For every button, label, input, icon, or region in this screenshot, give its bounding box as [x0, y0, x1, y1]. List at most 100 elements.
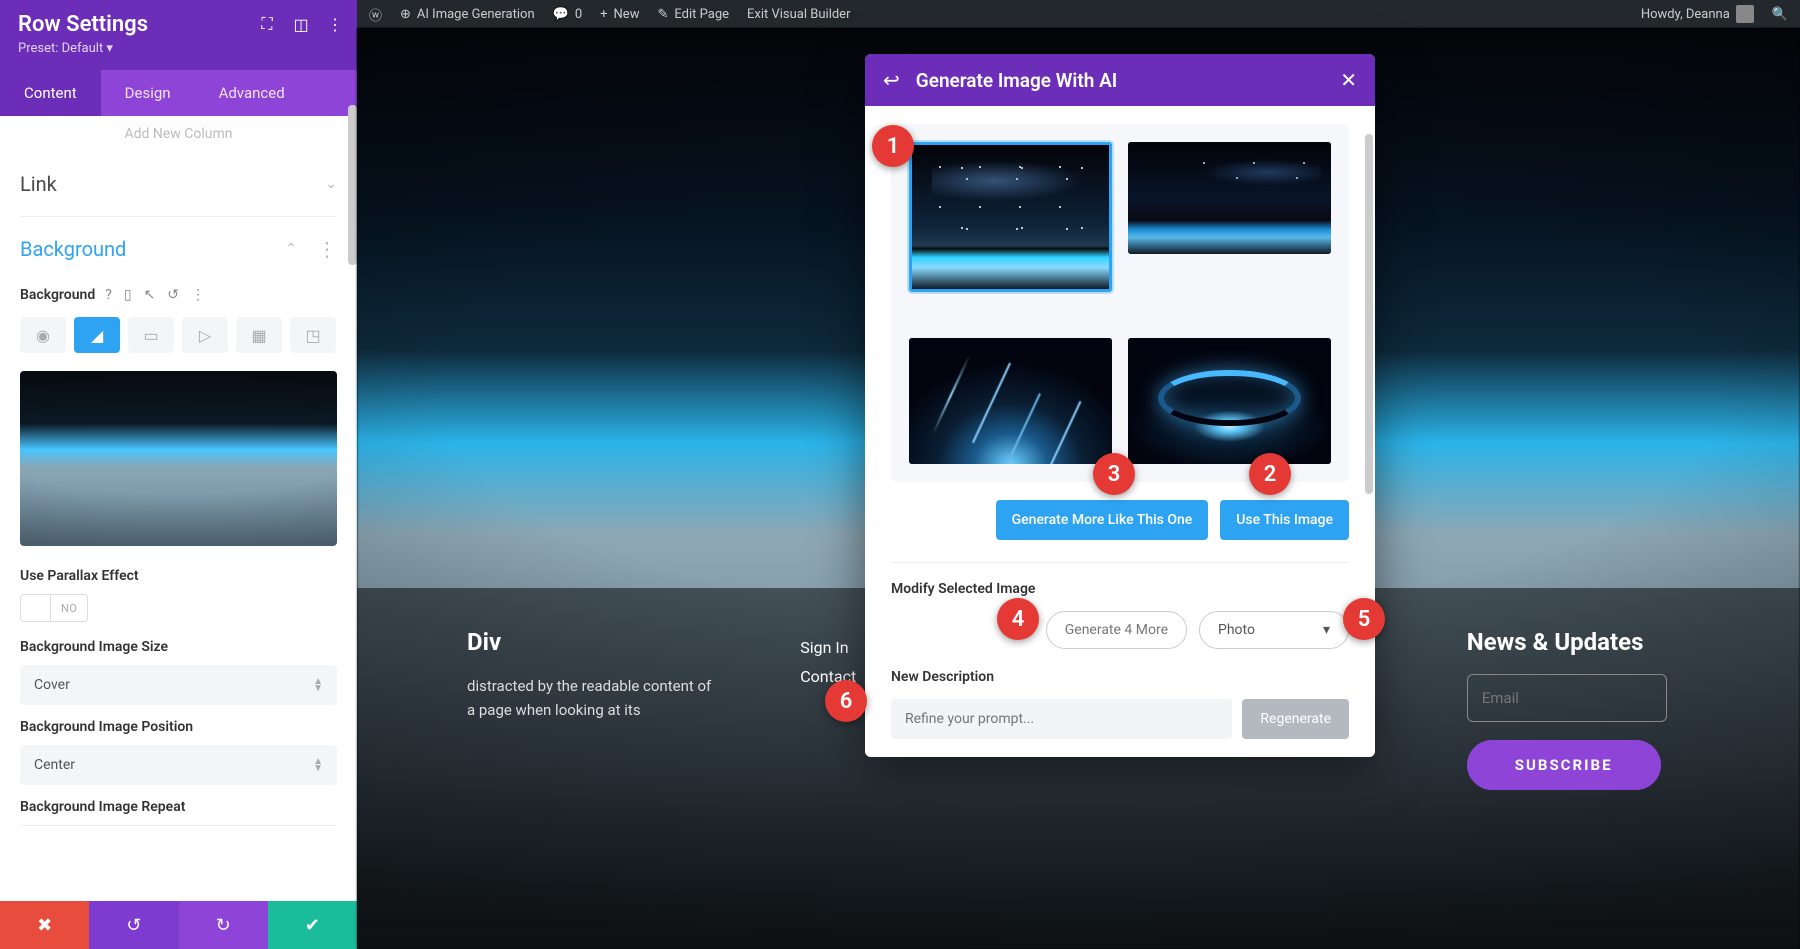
undo-button[interactable]: ↺: [89, 901, 178, 949]
style-value: Photo: [1218, 622, 1255, 638]
help-icon[interactable]: ?: [105, 287, 112, 303]
sidebar-body: Add New Column Link ⌄ Background ⌃ ⋮ Bac…: [0, 116, 357, 901]
redo-button[interactable]: ↻: [179, 901, 268, 949]
bg-position-select[interactable]: Center ▲▼: [20, 745, 337, 785]
chevron-down-icon: ⌄: [325, 176, 337, 192]
footer-col-about: Div distracted by the readable content o…: [467, 628, 720, 949]
sidebar-tabs: Content Design Advanced: [0, 70, 357, 116]
section-more-icon[interactable]: ⋮: [317, 237, 337, 261]
modal-header: ↩ Generate Image With AI ✕: [865, 54, 1375, 106]
exit-builder-link[interactable]: Exit Visual Builder: [747, 7, 850, 22]
regenerate-button[interactable]: Regenerate: [1242, 699, 1349, 739]
toggle-value: NO: [51, 602, 87, 615]
preset-selector[interactable]: Preset: Default ▾: [18, 41, 339, 56]
cancel-button[interactable]: ✖: [0, 901, 89, 949]
select-arrows-icon: ▲▼: [313, 678, 323, 692]
accordion-background: Background ⌃ ⋮ Background ? ▯ ↖ ↺ ⋮ ◉ ◢: [20, 217, 337, 826]
site-link[interactable]: ⊕ AI Image Generation: [400, 7, 535, 22]
hover-icon[interactable]: ↖: [144, 287, 156, 303]
new-description-label: New Description: [891, 669, 1349, 685]
bg-type-gradient[interactable]: ◢: [74, 317, 120, 353]
footer-col4-title: News & Updates: [1467, 628, 1720, 656]
field-more-icon[interactable]: ⋮: [191, 287, 205, 303]
responsive-icon[interactable]: ▯: [124, 287, 132, 303]
tab-advanced[interactable]: Advanced: [195, 70, 309, 116]
email-field[interactable]: [1467, 674, 1667, 722]
close-icon[interactable]: ✕: [1340, 68, 1357, 92]
generate-more-button[interactable]: Generate More Like This One: [996, 500, 1209, 540]
search-icon[interactable]: 🔍: [1772, 7, 1788, 22]
refine-prompt-input[interactable]: [891, 699, 1232, 739]
background-label: Background: [20, 287, 95, 303]
image-grid-2: [909, 338, 1331, 464]
accordion-link: Link ⌄: [20, 152, 337, 217]
bg-size-value: Cover: [34, 677, 70, 693]
settings-sidebar: Row Settings Preset: Default ▾ ⛶ ◫ ⋮ Con…: [0, 0, 357, 949]
generated-image-2[interactable]: [1128, 142, 1331, 254]
comments-link[interactable]: 💬 0: [553, 7, 583, 22]
sidebar-header: Row Settings Preset: Default ▾ ⛶ ◫ ⋮: [0, 0, 357, 70]
tab-content[interactable]: Content: [0, 70, 101, 116]
chevron-up-icon: ⌃: [285, 241, 297, 257]
subscribe-button[interactable]: SUBSCRIBE: [1467, 740, 1661, 790]
background-preview[interactable]: [20, 371, 337, 546]
avatar: [1736, 5, 1754, 23]
field-tools: ? ▯ ↖ ↺ ⋮: [105, 287, 205, 303]
reset-icon[interactable]: ↺: [167, 287, 179, 303]
more-icon[interactable]: ⋮: [325, 14, 345, 34]
howdy-link[interactable]: Howdy, Deanna: [1641, 5, 1754, 23]
save-button[interactable]: ✔: [268, 901, 357, 949]
select-arrows-icon: ▲▼: [313, 758, 323, 772]
bg-type-pattern[interactable]: ▦: [236, 317, 282, 353]
style-select[interactable]: Photo ▾: [1199, 611, 1349, 649]
footer-col1-title: Div: [467, 628, 720, 656]
new-link[interactable]: + New: [600, 7, 639, 22]
modal-title: Generate Image With AI: [916, 69, 1324, 92]
background-type-tabs: ◉ ◢ ▭ ▷ ▦ ◳: [20, 317, 337, 353]
divider: [891, 562, 1349, 563]
bg-type-image[interactable]: ▭: [128, 317, 174, 353]
modal-actions: Generate More Like This One Use This Ima…: [891, 500, 1349, 540]
accordion-link-header[interactable]: Link ⌄: [20, 152, 337, 216]
modal-body: Generate More Like This One Use This Ima…: [865, 106, 1375, 757]
wp-logo-icon[interactable]: ⓦ: [369, 5, 382, 24]
bg-size-select[interactable]: Cover ▲▼: [20, 665, 337, 705]
accordion-background-title: Background: [20, 237, 126, 261]
toggle-knob: [21, 595, 51, 621]
edit-page-link[interactable]: ✎ Edit Page: [657, 7, 729, 22]
generated-image-4[interactable]: [1128, 338, 1331, 464]
main-area: ⓦ ⊕ AI Image Generation 💬 0 + New ✎ Edit…: [357, 0, 1800, 949]
background-field-header: Background ? ▯ ↖ ↺ ⋮: [20, 287, 337, 303]
parallax-label: Use Parallax Effect: [20, 568, 337, 584]
parallax-toggle[interactable]: NO: [20, 594, 88, 622]
generated-image-3[interactable]: [909, 338, 1112, 464]
modal-scrollbar[interactable]: [1365, 134, 1373, 494]
ai-image-modal: ↩ Generate Image With AI ✕ Generate More…: [865, 54, 1375, 757]
sidebar-scrollbar[interactable]: [348, 105, 357, 265]
use-image-button[interactable]: Use This Image: [1220, 500, 1349, 540]
generate-4-more-button[interactable]: Generate 4 More: [1046, 611, 1187, 649]
add-column-placeholder[interactable]: Add New Column: [20, 116, 337, 152]
bg-type-color[interactable]: ◉: [20, 317, 66, 353]
bg-position-value: Center: [34, 757, 75, 773]
expand-icon[interactable]: ⛶: [257, 14, 277, 34]
bg-type-video[interactable]: ▷: [182, 317, 228, 353]
columns-icon[interactable]: ◫: [291, 14, 311, 34]
accordion-background-header[interactable]: Background ⌃ ⋮: [20, 217, 337, 281]
modify-controls: Generate 4 More Photo ▾: [891, 611, 1349, 649]
sidebar-footer: ✖ ↺ ↻ ✔: [0, 901, 357, 949]
footer-col-news: News & Updates SUBSCRIBE: [1467, 628, 1720, 949]
footer-col1-text: distracted by the readable content of a …: [467, 674, 720, 722]
bg-type-mask[interactable]: ◳: [290, 317, 336, 353]
chevron-down-icon: ▾: [1323, 622, 1330, 638]
bg-repeat-label: Background Image Repeat: [20, 799, 337, 815]
image-grid: [909, 142, 1331, 292]
back-icon[interactable]: ↩: [883, 68, 900, 92]
modify-label: Modify Selected Image: [891, 581, 1349, 597]
wp-admin-bar: ⓦ ⊕ AI Image Generation 💬 0 + New ✎ Edit…: [357, 0, 1800, 28]
sidebar-header-actions: ⛶ ◫ ⋮: [257, 14, 345, 34]
tab-design[interactable]: Design: [101, 70, 195, 116]
generated-image-1[interactable]: [909, 142, 1112, 292]
results-card: [891, 124, 1349, 482]
description-row: Regenerate: [891, 699, 1349, 739]
